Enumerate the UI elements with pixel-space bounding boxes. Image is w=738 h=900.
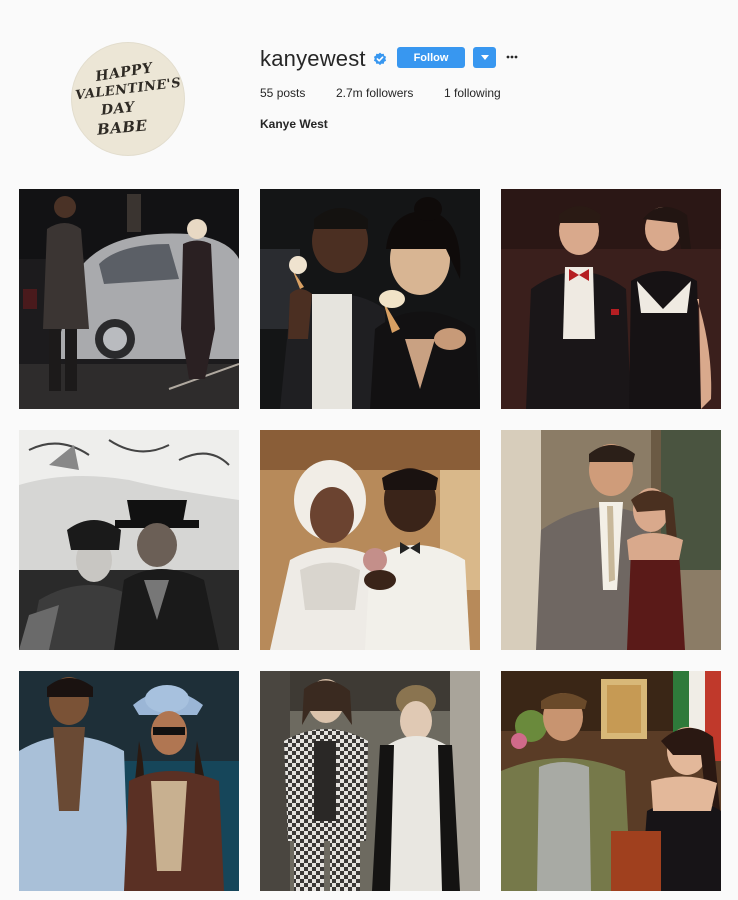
posts-count: 55 [260,86,274,100]
photo-couple-bw [19,430,239,650]
post-thumbnail[interactable] [260,430,480,650]
posts-stat: 55 posts [260,86,336,100]
post-thumbnail[interactable] [19,671,239,891]
username-row: kanyewest [260,44,387,74]
photo-couple-ice-cream [260,189,480,409]
photo-couple-hat [19,671,239,891]
post-thumbnail[interactable] [501,671,721,891]
post-thumbnail[interactable] [501,430,721,650]
followers-count: 2.7m [336,86,363,100]
post-thumbnail[interactable] [260,189,480,409]
username: kanyewest [260,46,366,71]
profile-avatar[interactable]: HAPPY VALENTINE'S DAY BABE [71,42,185,156]
ellipsis-icon[interactable] [504,48,520,66]
following-label: following [454,86,501,100]
verified-badge-icon [373,52,387,66]
post-thumbnail[interactable] [19,430,239,650]
photo-couple-suit-gown [501,430,721,650]
followers-label: followers [366,86,414,100]
caret-down-icon [480,55,489,60]
posts-grid [19,189,721,891]
photo-couple-formal [501,189,721,409]
following-stat[interactable]: 1 following [444,86,501,100]
suggestions-dropdown-button[interactable] [473,47,496,68]
post-thumbnail[interactable] [19,189,239,409]
photo-couple-wedding [260,430,480,650]
post-thumbnail[interactable] [260,671,480,891]
followers-stat[interactable]: 2.7m followers [336,86,444,100]
posts-label: posts [276,86,306,100]
photo-couple-car-night [19,189,239,409]
avatar-text-line: BABE [96,116,148,139]
photo-couple-checkered [260,671,480,891]
photo-couple-party [501,671,721,891]
following-count: 1 [444,86,451,100]
follow-button[interactable]: Follow [397,47,465,68]
full-name: Kanye West [260,117,328,131]
profile-stats: 55 posts 2.7m followers 1 following [260,86,501,100]
post-thumbnail[interactable] [501,189,721,409]
